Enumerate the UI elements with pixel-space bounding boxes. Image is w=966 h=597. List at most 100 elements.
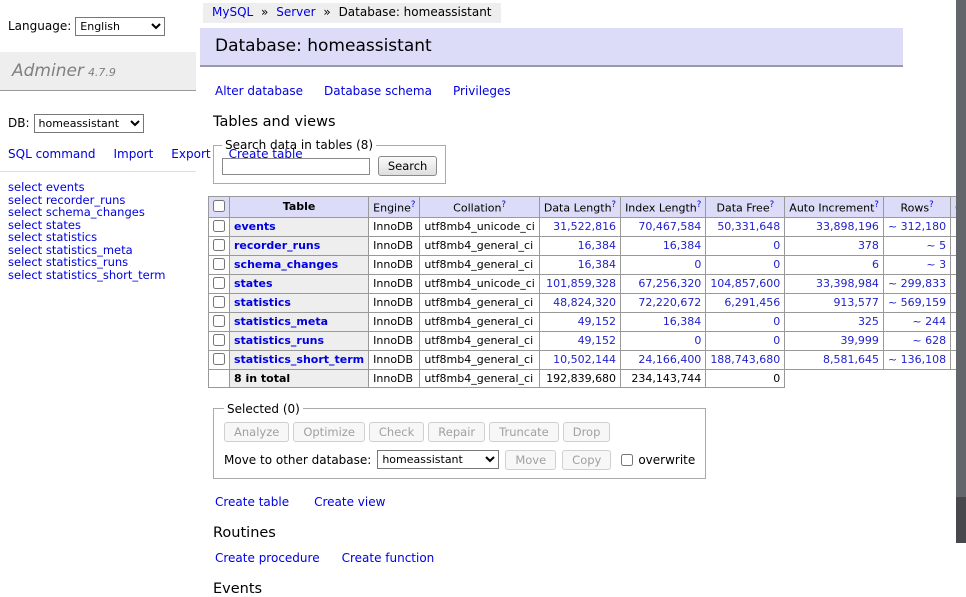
optimize-button[interactable]: Optimize: [293, 422, 365, 442]
table-name-link[interactable]: events: [234, 220, 276, 233]
table-name-link[interactable]: statistics_short_term: [234, 353, 364, 366]
sidebar-select-link[interactable]: select schema_changes: [8, 206, 188, 219]
privileges-link[interactable]: Privileges: [453, 84, 511, 98]
index-length-cell: 24,166,400: [621, 350, 706, 369]
select-all-checkbox[interactable]: [213, 200, 225, 212]
row-checkbox[interactable]: [213, 277, 225, 289]
scrollbar-thumb[interactable]: [956, 0, 966, 497]
collation-cell: utf8mb4_general_ci: [420, 350, 539, 369]
rows-count-cell: ~ 244: [883, 312, 950, 331]
index-length-cell: 0: [621, 255, 706, 274]
sidebar-select-link[interactable]: select statistics: [8, 231, 188, 244]
create-procedure-link[interactable]: Create procedure: [215, 551, 320, 565]
index-length-cell: 16,384: [621, 312, 706, 331]
total-engine-cell: InnoDB: [369, 369, 420, 387]
vertical-scrollbar[interactable]: [956, 0, 966, 543]
total-data-free-cell: 0: [706, 369, 785, 387]
row-checkbox[interactable]: [213, 353, 225, 365]
language-select[interactable]: English: [75, 17, 165, 36]
truncate-button[interactable]: Truncate: [489, 422, 559, 442]
table-name-link[interactable]: recorder_runs: [234, 239, 320, 252]
row-checkbox[interactable]: [213, 315, 225, 327]
language-row: Language: English: [0, 12, 196, 40]
data-free-cell: 104,857,600: [706, 274, 785, 293]
sidebar-select-link[interactable]: select statistics_short_term: [8, 269, 188, 282]
data-free-cell: 6,291,456: [706, 293, 785, 312]
help-icon[interactable]: ?: [612, 200, 617, 210]
auto-increment-cell: 6: [785, 255, 884, 274]
table-row: recorder_runsInnoDButf8mb4_general_ci16,…: [209, 236, 966, 255]
repair-button[interactable]: Repair: [428, 422, 485, 442]
engine-cell: InnoDB: [369, 255, 420, 274]
analyze-button[interactable]: Analyze: [224, 422, 289, 442]
data-free-cell: 188,743,680: [706, 350, 785, 369]
breadcrumb-separator: »: [323, 5, 330, 19]
table-row: statistics_short_termInnoDButf8mb4_gener…: [209, 350, 966, 369]
data-free-cell: 0: [706, 255, 785, 274]
data-length-cell: 49,152: [539, 312, 620, 331]
language-label: Language:: [8, 19, 71, 33]
data-length-cell: 101,859,328: [539, 274, 620, 293]
help-icon[interactable]: ?: [874, 200, 879, 210]
drop-button[interactable]: Drop: [563, 422, 611, 442]
check-button[interactable]: Check: [369, 422, 424, 442]
row-checkbox-cell: [209, 255, 230, 274]
create-view-link[interactable]: Create view: [314, 495, 385, 509]
move-database-select[interactable]: homeassistant: [377, 450, 499, 469]
sidebar-select-link[interactable]: select events: [8, 181, 188, 194]
help-icon[interactable]: ?: [770, 200, 775, 210]
create-links-row: Create table Create view: [215, 495, 956, 509]
import-link[interactable]: Import: [113, 147, 153, 161]
overwrite-checkbox[interactable]: [621, 454, 633, 466]
help-icon[interactable]: ?: [697, 200, 702, 210]
row-checkbox[interactable]: [213, 258, 225, 270]
rows-count-cell: ~ 628: [883, 331, 950, 350]
select-all-cell: [209, 197, 230, 218]
routine-links-row: Create procedure Create function: [215, 551, 956, 565]
table-name-link[interactable]: states: [234, 277, 273, 290]
selected-legend: Selected (0): [224, 402, 303, 416]
help-icon[interactable]: ?: [502, 200, 507, 210]
move-label: Move to other database:: [224, 453, 371, 467]
engine-cell: InnoDB: [369, 312, 420, 331]
row-checkbox[interactable]: [213, 334, 225, 346]
sql-command-link[interactable]: SQL command: [8, 147, 95, 161]
data-free-cell: 0: [706, 312, 785, 331]
collation-cell: utf8mb4_general_ci: [420, 293, 539, 312]
row-checkbox[interactable]: [213, 296, 225, 308]
move-button[interactable]: Move: [505, 450, 556, 470]
table-name-link[interactable]: statistics: [234, 296, 291, 309]
data-free-cell: 0: [706, 236, 785, 255]
help-icon[interactable]: ?: [411, 200, 416, 210]
table-name-link[interactable]: schema_changes: [234, 258, 338, 271]
column-header-data-free: Data Free?: [706, 197, 785, 218]
table-name-link[interactable]: statistics_meta: [234, 315, 328, 328]
column-header-data-length: Data Length?: [539, 197, 620, 218]
table-total-row: 8 in totalInnoDButf8mb4_general_ci192,83…: [209, 369, 966, 387]
row-checkbox[interactable]: [213, 220, 225, 232]
create-table-link[interactable]: Create table: [215, 495, 289, 509]
engine-cell: InnoDB: [369, 331, 420, 350]
copy-button[interactable]: Copy: [562, 450, 611, 470]
breadcrumb-mysql-link[interactable]: MySQL: [212, 5, 253, 19]
column-header-collation: Collation?: [420, 197, 539, 218]
engine-cell: InnoDB: [369, 217, 420, 236]
data-free-cell: 0: [706, 331, 785, 350]
create-function-link[interactable]: Create function: [342, 551, 435, 565]
column-header-engine: Engine?: [369, 197, 420, 218]
sidebar-select-link[interactable]: select statistics_runs: [8, 256, 188, 269]
help-icon[interactable]: ?: [929, 200, 934, 210]
sidebar: Language:English Adminer4.7.9 DB:homeass…: [0, 0, 196, 281]
search-input[interactable]: [222, 158, 370, 175]
table-name-link[interactable]: statistics_runs: [234, 334, 324, 347]
row-checkbox-cell: [209, 217, 230, 236]
database-schema-link[interactable]: Database schema: [324, 84, 432, 98]
alter-database-link[interactable]: Alter database: [215, 84, 303, 98]
db-select[interactable]: homeassistant: [34, 114, 144, 133]
collation-cell: utf8mb4_general_ci: [420, 255, 539, 274]
breadcrumb-server-link[interactable]: Server: [276, 5, 315, 19]
search-button[interactable]: Search: [378, 156, 438, 176]
row-checkbox[interactable]: [213, 239, 225, 251]
total-empty-cell: [209, 369, 230, 387]
table-row: eventsInnoDButf8mb4_unicode_ci31,522,816…: [209, 217, 966, 236]
